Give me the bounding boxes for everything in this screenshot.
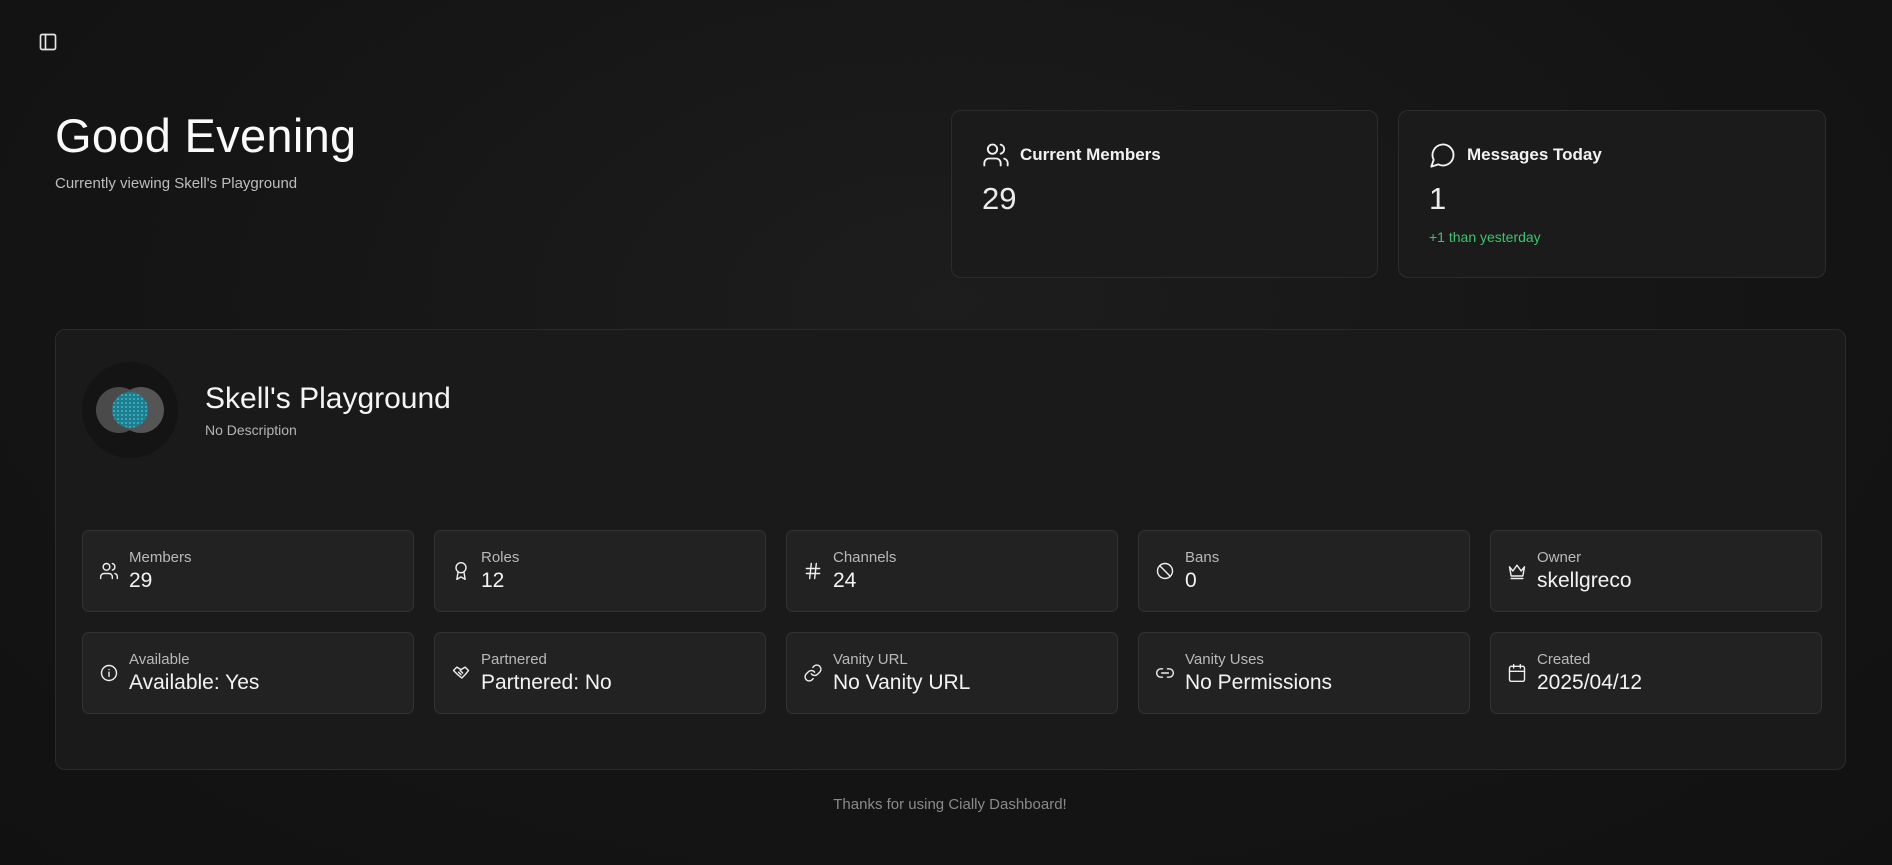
link-2-icon <box>1155 668 1175 678</box>
message-circle-icon <box>1430 143 1455 168</box>
card-title: Current Members <box>1020 145 1161 164</box>
tile-channels: Channels 24 <box>786 530 1118 612</box>
tile-available: Available Available: Yes <box>82 632 414 714</box>
tile-value: 0 <box>1185 569 1197 592</box>
server-name: Skell's Playground <box>205 382 451 415</box>
messages-delta: +1 than yesterday <box>1429 229 1541 245</box>
server-stats-grid: Members 29 Roles 12 Channels 24 Bans 0 Owner… <box>82 530 1822 714</box>
tile-value: 12 <box>481 569 505 592</box>
tile-label: Created <box>1537 651 1591 668</box>
messages-today-value: 1 <box>1429 181 1447 216</box>
link-icon <box>804 664 822 682</box>
tile-value: 24 <box>833 569 857 592</box>
award-icon <box>455 561 467 581</box>
tile-label: Members <box>129 549 192 566</box>
tile-value: 2025/04/12 <box>1537 671 1643 694</box>
info-icon <box>100 664 118 682</box>
current-members-value: 29 <box>982 181 1017 216</box>
tile-created: Created 2025/04/12 <box>1490 632 1822 714</box>
ban-icon <box>1156 562 1174 580</box>
sidebar-toggle-button[interactable] <box>36 30 60 54</box>
tile-value: skellgreco <box>1537 569 1632 592</box>
greeting-section: Good Evening Currently viewing Skell's P… <box>55 108 356 192</box>
tile-value: No Permissions <box>1185 671 1333 694</box>
tile-label: Partnered <box>481 651 547 668</box>
tile-label: Vanity URL <box>833 651 908 668</box>
current-members-card: Current Members 29 <box>951 110 1378 278</box>
sidebar-panel-icon <box>39 33 57 51</box>
page-subtitle: Currently viewing Skell's Playground <box>55 175 298 192</box>
server-avatar <box>82 362 178 458</box>
page-title: Good Evening <box>55 109 357 162</box>
tile-label: Available <box>129 651 190 668</box>
handshake-icon <box>452 666 470 679</box>
calendar-icon <box>1508 663 1526 683</box>
server-overview-panel: Skell's Playground No Description Member… <box>55 329 1846 770</box>
tile-value: Partnered: No <box>481 671 612 694</box>
tile-label: Bans <box>1185 549 1220 566</box>
tile-label: Owner <box>1537 549 1582 566</box>
tile-vanity-url: Vanity URL No Vanity URL <box>786 632 1118 714</box>
server-description: No Description <box>205 422 297 438</box>
tile-partnered: Partnered Partnered: No <box>434 632 766 714</box>
card-title: Messages Today <box>1467 145 1602 164</box>
footer-text: Thanks for using Cially Dashboard! <box>833 796 1067 813</box>
users-icon <box>983 143 1009 167</box>
tile-roles: Roles 12 <box>434 530 766 612</box>
hash-icon <box>805 562 821 580</box>
server-logo-icon <box>96 387 164 433</box>
tile-label: Channels <box>833 549 897 566</box>
tile-label: Roles <box>481 549 520 566</box>
tile-value: No Vanity URL <box>833 671 971 694</box>
crown-icon <box>1508 564 1526 580</box>
tile-value: Available: Yes <box>129 671 260 694</box>
tile-label: Vanity Uses <box>1185 651 1264 668</box>
tile-members: Members 29 <box>82 530 414 612</box>
users-icon <box>99 562 119 580</box>
tile-vanity-uses: Vanity Uses No Permissions <box>1138 632 1470 714</box>
tile-value: 29 <box>129 569 153 592</box>
tile-owner: Owner skellgreco <box>1490 530 1822 612</box>
messages-today-card: Messages Today 1 +1 than yesterday <box>1398 110 1826 278</box>
tile-bans: Bans 0 <box>1138 530 1470 612</box>
